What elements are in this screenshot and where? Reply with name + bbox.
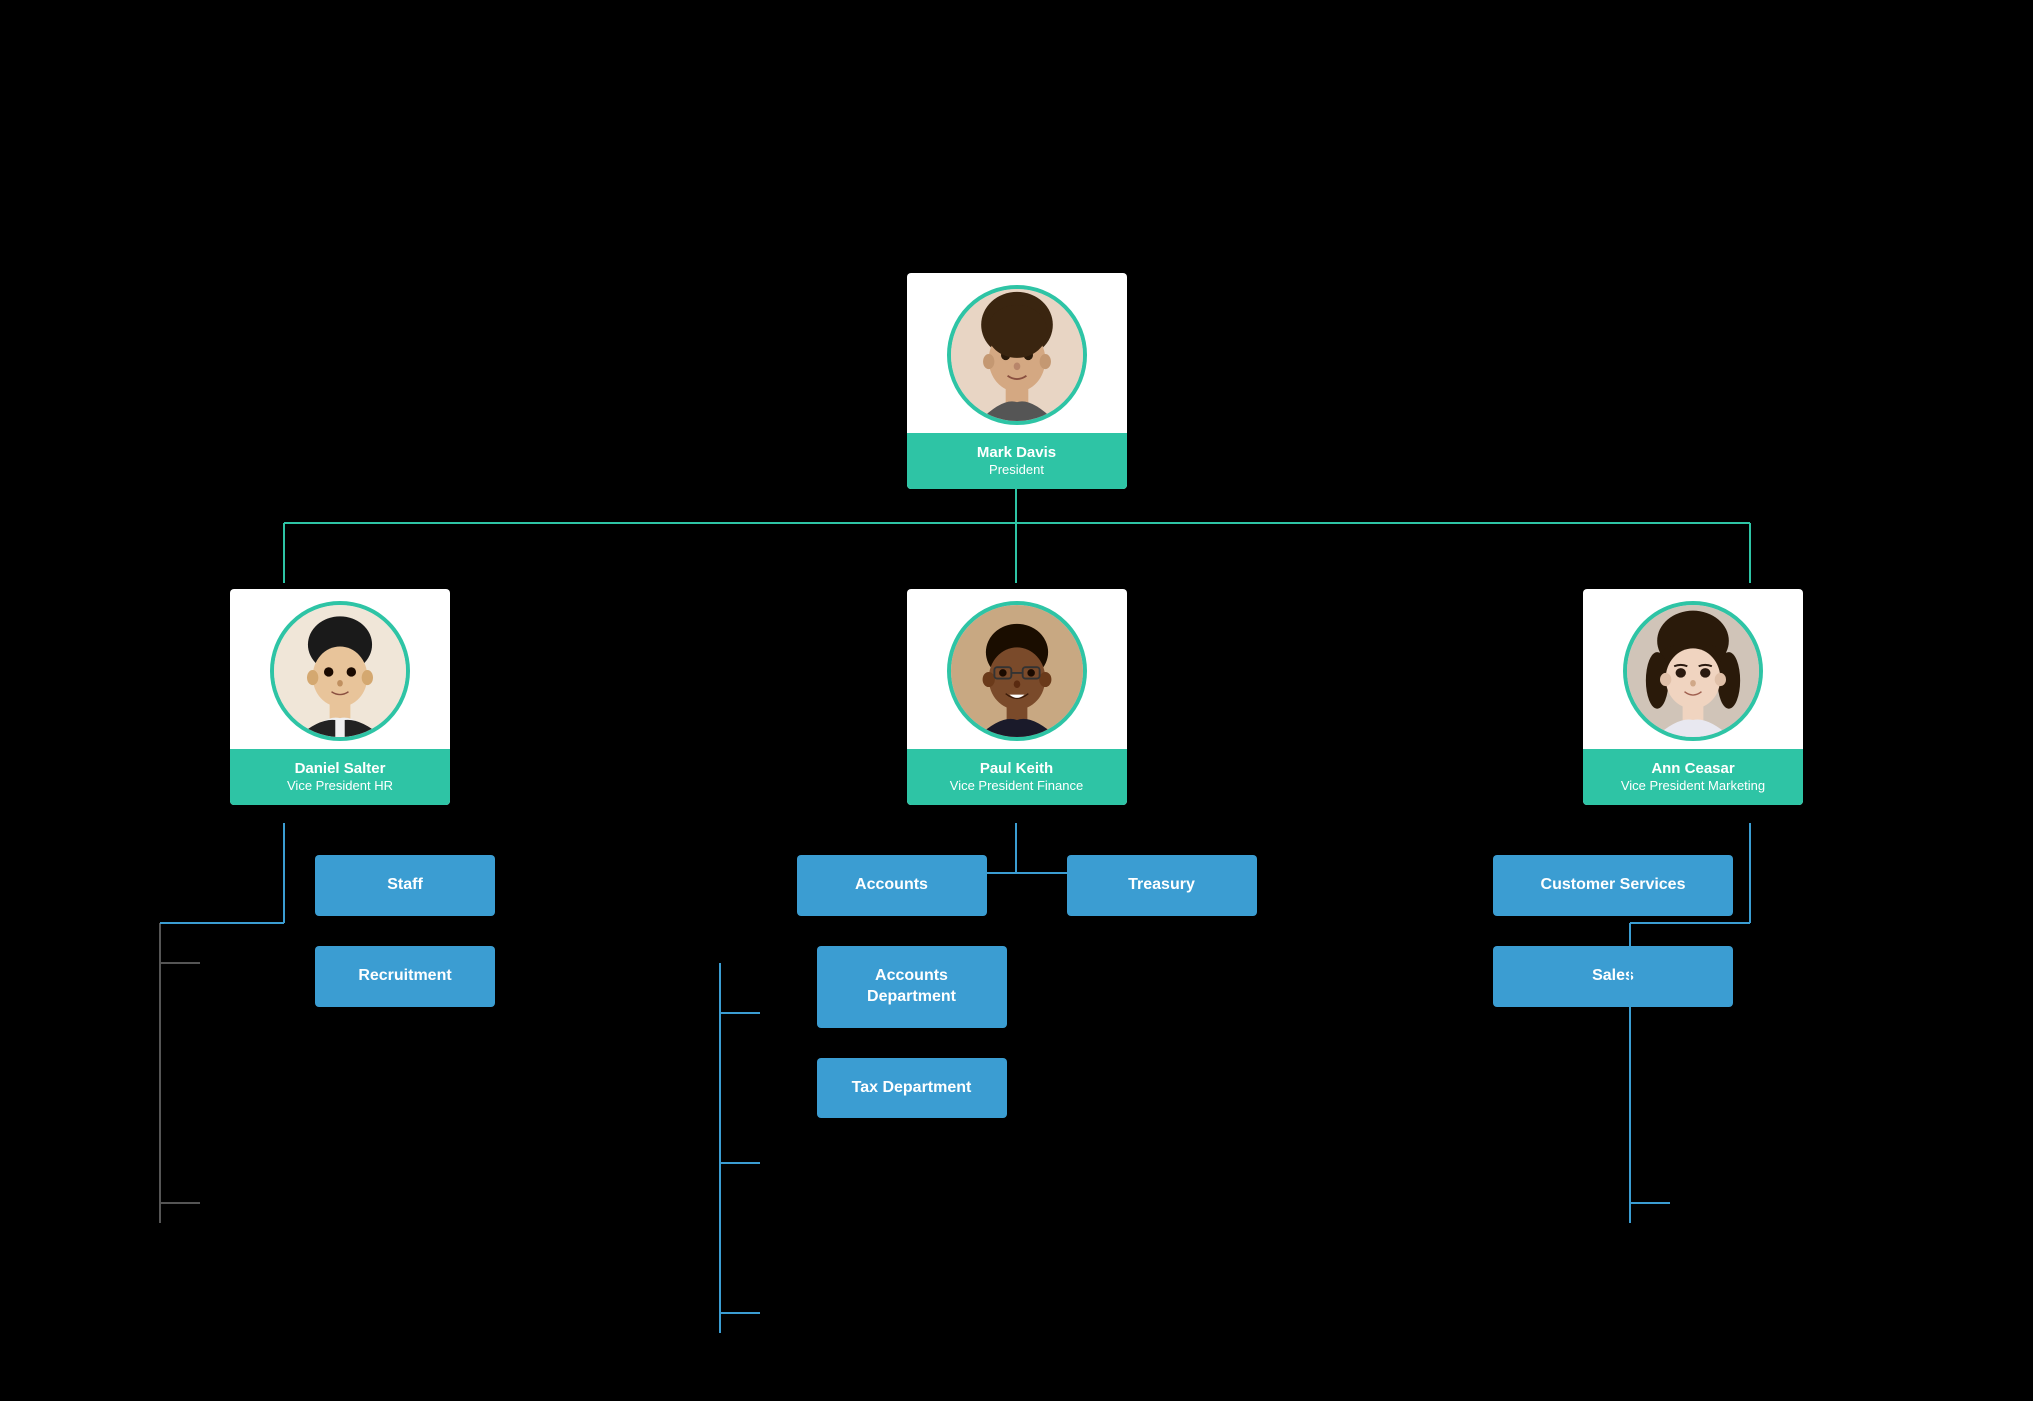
vp-marketing-face-svg [1627, 605, 1759, 737]
vp-marketing-col: Ann Ceasar Vice President Marketing Cust… [1413, 589, 1973, 1007]
accounts-col: Accounts Accounts Department [777, 855, 1007, 1118]
hr-subtree: Staff Recruitment [185, 855, 495, 1007]
accounts-sub: Accounts Department Tax Department [777, 946, 1007, 1118]
vp-finance-face-svg [951, 605, 1083, 737]
vp-hr-col: Daniel Salter Vice President HR Staff Re… [60, 589, 620, 1007]
marketing-subtree: Customer Services Sales [1413, 855, 1973, 1007]
vp-hr-avatar [270, 601, 410, 741]
hr-recruitment-box: Recruitment [315, 946, 495, 1007]
level2-row: Daniel Salter Vice President HR Staff Re… [0, 589, 2033, 1119]
level1-row: Mark Davis President [0, 243, 2033, 489]
vp-hr-face-svg [274, 605, 406, 737]
vp-hr-title: Vice President HR [238, 778, 442, 795]
vp-hr-label: Daniel Salter Vice President HR [230, 749, 450, 805]
vp-finance-title: Vice President Finance [915, 778, 1119, 795]
finance-subtree: Accounts Accounts Department [717, 855, 1317, 1118]
vp-marketing-avatar [1623, 601, 1763, 741]
vp-finance-col: Paul Keith Vice President Finance Accoun… [717, 589, 1317, 1119]
president-card: Mark Davis President [907, 273, 1127, 489]
president-name: Mark Davis [915, 443, 1119, 463]
sales-box: Sales [1493, 946, 1733, 1007]
marketing-items: Customer Services Sales [1493, 855, 1973, 1007]
org-chart: Mark Davis President [0, 203, 2033, 1199]
vp-marketing-title: Vice President Marketing [1591, 778, 1795, 795]
vp-finance-name: Paul Keith [915, 759, 1119, 779]
vp-finance-card: Paul Keith Vice President Finance [907, 589, 1127, 805]
hr-staff-box: Staff [315, 855, 495, 916]
tax-dept-item: Tax Department [817, 1058, 1007, 1119]
vp-marketing-card: Ann Ceasar Vice President Marketing [1583, 589, 1803, 805]
customer-services-item: Customer Services [1493, 855, 1973, 916]
treasury-box: Treasury [1067, 855, 1257, 916]
finance-top-row: Accounts Accounts Department [717, 855, 1317, 1118]
vp-finance-avatar [947, 601, 1087, 741]
treasury-col: Treasury [1067, 855, 1257, 1118]
vp-finance-label: Paul Keith Vice President Finance [907, 749, 1127, 805]
sales-item: Sales [1493, 946, 1973, 1007]
accounts-dept-item: Accounts Department [817, 946, 1007, 1028]
vp-marketing-label: Ann Ceasar Vice President Marketing [1583, 749, 1803, 805]
president-face-svg [951, 289, 1083, 421]
president-avatar [947, 285, 1087, 425]
accounts-dept-box: Accounts Department [817, 946, 1007, 1028]
customer-services-box: Customer Services [1493, 855, 1733, 916]
hr-recruitment-item: Recruitment [315, 946, 495, 1007]
president-label: Mark Davis President [907, 433, 1127, 489]
tax-dept-box: Tax Department [817, 1058, 1007, 1119]
hr-items: Staff Recruitment [185, 855, 495, 1007]
vp-hr-name: Daniel Salter [238, 759, 442, 779]
vp-marketing-name: Ann Ceasar [1591, 759, 1795, 779]
accounts-box: Accounts [797, 855, 987, 916]
vp-hr-card: Daniel Salter Vice President HR [230, 589, 450, 805]
president-title: President [915, 462, 1119, 479]
hr-staff-item: Staff [315, 855, 495, 916]
